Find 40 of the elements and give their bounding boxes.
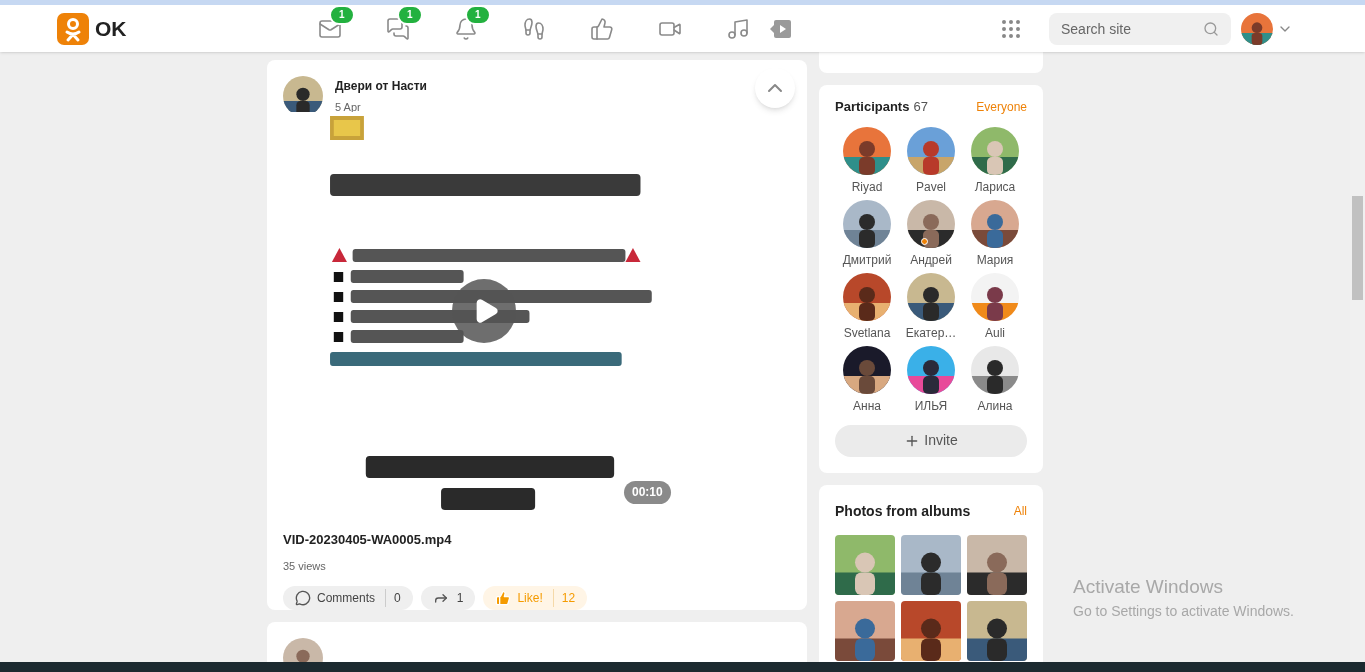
search-icon[interactable] (1203, 20, 1219, 37)
music-icon[interactable] (726, 16, 750, 41)
activation-title: Activate Windows (1073, 574, 1224, 599)
comments-button[interactable]: Comments 0 (283, 586, 413, 610)
logo-text[interactable]: OK (95, 12, 127, 45)
notification-badge: 1 (397, 4, 423, 25)
participant-name[interactable]: Алина (977, 396, 1013, 415)
bell-icon[interactable] (454, 16, 478, 41)
thumbs-up-icon (495, 590, 512, 606)
participant-name[interactable]: Pavel (916, 177, 946, 196)
author-name[interactable]: Двери от Насти (335, 76, 427, 95)
participant-name[interactable]: ИЛЬЯ (914, 396, 948, 415)
participant-name[interactable]: Riyad (851, 177, 883, 196)
logo-icon[interactable] (57, 12, 89, 45)
video-duration: 00:10 (624, 481, 671, 504)
footprints-icon[interactable] (522, 16, 546, 41)
participant-name[interactable]: Анна (853, 396, 881, 415)
post-date: 5 Apr (335, 99, 362, 115)
search-field[interactable]: Search site (1049, 12, 1231, 45)
participants-title[interactable]: Participants (835, 97, 910, 117)
participant-name[interactable]: Мария (976, 250, 1014, 269)
comment-icon (295, 590, 311, 606)
video-title[interactable]: VID-20230405-WA0005.mp4 (283, 530, 791, 550)
scroll-up-button[interactable] (755, 68, 795, 108)
photos-title[interactable]: Photos from albums (835, 500, 971, 522)
view-count: 35 views (283, 558, 327, 574)
activation-message: Go to Settings to activate Windows. (1073, 602, 1295, 621)
invite-button[interactable]: Invite (835, 424, 1027, 457)
notification-badge: 1 (329, 4, 355, 25)
share-button[interactable]: 1 (420, 586, 476, 610)
participants-count: 67 (913, 98, 928, 116)
participant-name[interactable]: Андрей (910, 250, 952, 269)
participant-name[interactable]: Лариса (974, 177, 1016, 196)
participant-name[interactable]: Auli (985, 323, 1005, 342)
participant-name[interactable]: Дмитрий (842, 250, 892, 269)
participant-name[interactable]: Екатер… (905, 323, 957, 342)
notification-badge: 1 (465, 4, 491, 25)
chat-icon[interactable] (386, 16, 410, 41)
thumbs-up-icon[interactable] (590, 16, 614, 41)
participant-name[interactable]: Svetlana (843, 323, 891, 342)
